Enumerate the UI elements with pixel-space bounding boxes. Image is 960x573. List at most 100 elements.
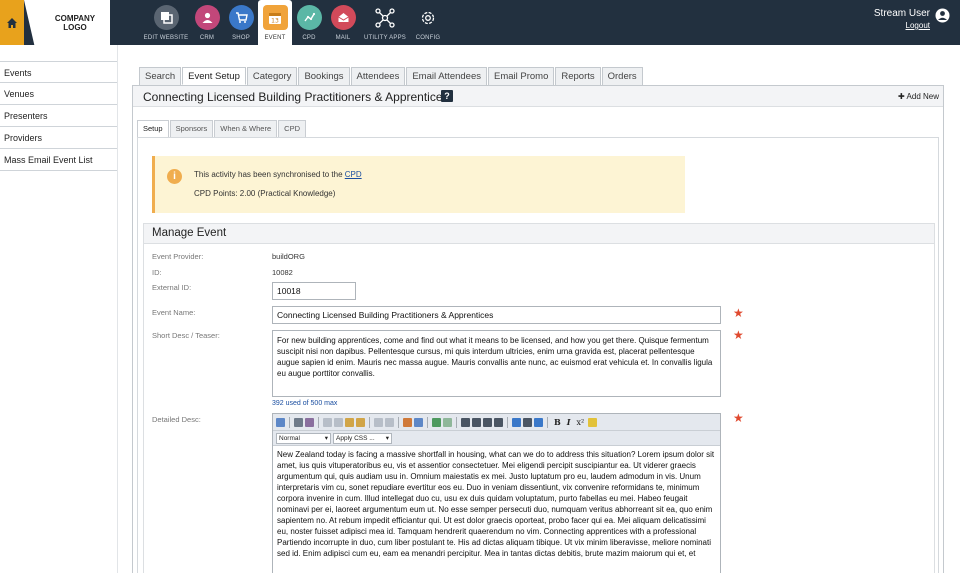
module-cpd-label: CPD: [302, 35, 316, 41]
required-marker-short-desc: ★: [733, 328, 744, 342]
event-provider-value: buildORG: [272, 252, 305, 261]
required-marker-detailed-desc: ★: [733, 411, 744, 425]
setup-panel: i This activity has been synchronised to…: [137, 137, 939, 573]
tab-email-attendees[interactable]: Email Attendees: [406, 67, 487, 85]
rich-text-editor: B I x² Normal ▾ Apply CSS ... ▾ New Zealan…: [272, 413, 721, 573]
module-cpd[interactable]: CPD: [292, 0, 326, 45]
align-icon[interactable]: [523, 417, 532, 427]
image-icon[interactable]: [403, 417, 412, 427]
special-char-icon[interactable]: [512, 417, 521, 427]
toolbar-separator: [427, 416, 428, 428]
sidebar-item-presenters[interactable]: Presenters: [0, 105, 117, 127]
cpd-link[interactable]: CPD: [345, 170, 362, 179]
italic-button[interactable]: I: [565, 417, 573, 427]
gear-icon: [416, 5, 441, 30]
event-name-label: Event Name:: [152, 308, 196, 317]
indent-icon[interactable]: [472, 417, 481, 427]
tab-event-setup[interactable]: Event Setup: [182, 67, 246, 85]
module-config-label: CONFIG: [415, 35, 441, 41]
source-icon[interactable]: [276, 417, 285, 427]
short-desc-textarea[interactable]: For new building apprentices, come and f…: [272, 330, 721, 397]
id-label: ID:: [152, 268, 162, 277]
find-icon[interactable]: [305, 417, 314, 427]
editor-toolbar: B I x²: [273, 414, 720, 431]
tab-email-promo[interactable]: Email Promo: [487, 67, 555, 85]
tab-bookings[interactable]: Bookings: [298, 67, 350, 85]
detailed-desc-editor-body[interactable]: New Zealand today is facing a massive sh…: [273, 446, 720, 562]
module-mail[interactable]: MAIL: [326, 0, 360, 45]
logout-link[interactable]: Logout: [874, 21, 930, 30]
tab-search[interactable]: Search: [139, 67, 182, 85]
tab-category[interactable]: Category: [246, 67, 298, 85]
superscript-button[interactable]: x²: [575, 418, 587, 427]
user-area: Stream User Logout: [874, 8, 930, 30]
paste-icon[interactable]: [345, 417, 354, 427]
company-logo[interactable]: COMPANY LOGO: [24, 0, 110, 45]
notice-message: This activity has been synchronised to t…: [194, 170, 362, 179]
module-utility-apps-label: UTILITY APPS: [364, 35, 406, 41]
external-id-input[interactable]: 10018: [272, 282, 356, 300]
spellcheck-icon[interactable]: [294, 417, 303, 427]
module-edit-website-label: EDIT WEBSITE: [143, 35, 189, 41]
company-logo-text: COMPANY LOGO: [54, 13, 96, 32]
table-icon[interactable]: [414, 417, 423, 427]
numbered-list-icon[interactable]: [483, 417, 492, 427]
paste-text-icon[interactable]: [356, 417, 365, 427]
help-icon[interactable]: ?: [441, 90, 453, 102]
bullet-list-icon[interactable]: [494, 417, 503, 427]
module-event[interactable]: 13 EVENT: [258, 0, 292, 46]
module-crm[interactable]: CRM: [190, 0, 224, 45]
format-select-value: Normal: [279, 434, 300, 442]
tab-attendees[interactable]: Attendees: [350, 67, 406, 85]
user-avatar-icon[interactable]: [935, 8, 950, 23]
bold-button[interactable]: B: [552, 417, 563, 427]
css-style-select[interactable]: Apply CSS ... ▾: [333, 432, 392, 444]
detailed-desc-label: Detailed Desc:: [152, 415, 201, 424]
sidebar-item-mass-email-event-list[interactable]: Mass Email Event List: [0, 149, 117, 171]
short-desc-counter: 392 used of 500 max: [272, 400, 338, 407]
toolbar-separator: [318, 416, 319, 428]
person-icon: [194, 5, 220, 30]
subtab-setup[interactable]: Setup: [137, 120, 169, 137]
calendar-icon: 13: [262, 5, 288, 30]
event-setup-panel: Connecting Licensed Building Practitione…: [132, 85, 944, 573]
module-config[interactable]: CONFIG: [410, 0, 446, 45]
tab-reports[interactable]: Reports: [555, 67, 601, 85]
notice-text: This activity has been synchronised to t…: [194, 170, 345, 179]
color-icon[interactable]: [534, 417, 543, 427]
sidebar-item-events[interactable]: Events: [0, 61, 117, 83]
subtab-when-where[interactable]: When & Where: [214, 120, 278, 137]
module-utility-apps[interactable]: UTILITY APPS: [360, 0, 410, 45]
manage-event-section: Manage Event Event Provider: buildORG ID…: [143, 223, 935, 573]
add-new-button[interactable]: ✚ Add New: [898, 92, 939, 101]
home-button[interactable]: [0, 0, 24, 45]
copy-icon[interactable]: [334, 417, 343, 427]
event-provider-label: Event Provider:: [152, 252, 204, 261]
subtab-sponsors[interactable]: Sponsors: [169, 120, 214, 137]
sidebar-divider: [117, 45, 118, 573]
module-crm-label: CRM: [199, 35, 215, 41]
sidebar-item-providers[interactable]: Providers: [0, 127, 117, 149]
cut-icon[interactable]: [323, 417, 332, 427]
module-edit-website[interactable]: EDIT WEBSITE: [142, 0, 190, 45]
undo-icon[interactable]: [374, 417, 383, 427]
highlight-icon[interactable]: [588, 417, 598, 427]
outdent-icon[interactable]: [461, 417, 470, 427]
plus-icon: ✚: [898, 92, 905, 101]
module-event-label: EVENT: [264, 35, 286, 41]
css-style-select-value: Apply CSS ...: [336, 434, 375, 442]
unlink-icon[interactable]: [443, 417, 452, 427]
subtab-cpd[interactable]: CPD: [278, 120, 306, 137]
module-shop[interactable]: SHOP: [224, 0, 258, 45]
event-name-input[interactable]: Connecting Licensed Building Practitione…: [272, 306, 721, 324]
info-icon: i: [167, 169, 182, 184]
edit-website-icon: [153, 5, 179, 30]
sidebar-item-venues[interactable]: Venues: [0, 83, 117, 105]
link-icon[interactable]: [432, 417, 441, 427]
redo-icon[interactable]: [385, 417, 394, 427]
tab-orders[interactable]: Orders: [601, 67, 643, 85]
format-select[interactable]: Normal ▾: [276, 432, 331, 444]
toolbar-separator: [456, 416, 457, 428]
module-shop-label: SHOP: [232, 35, 250, 41]
panel-header: Connecting Licensed Building Practitione…: [133, 86, 943, 107]
